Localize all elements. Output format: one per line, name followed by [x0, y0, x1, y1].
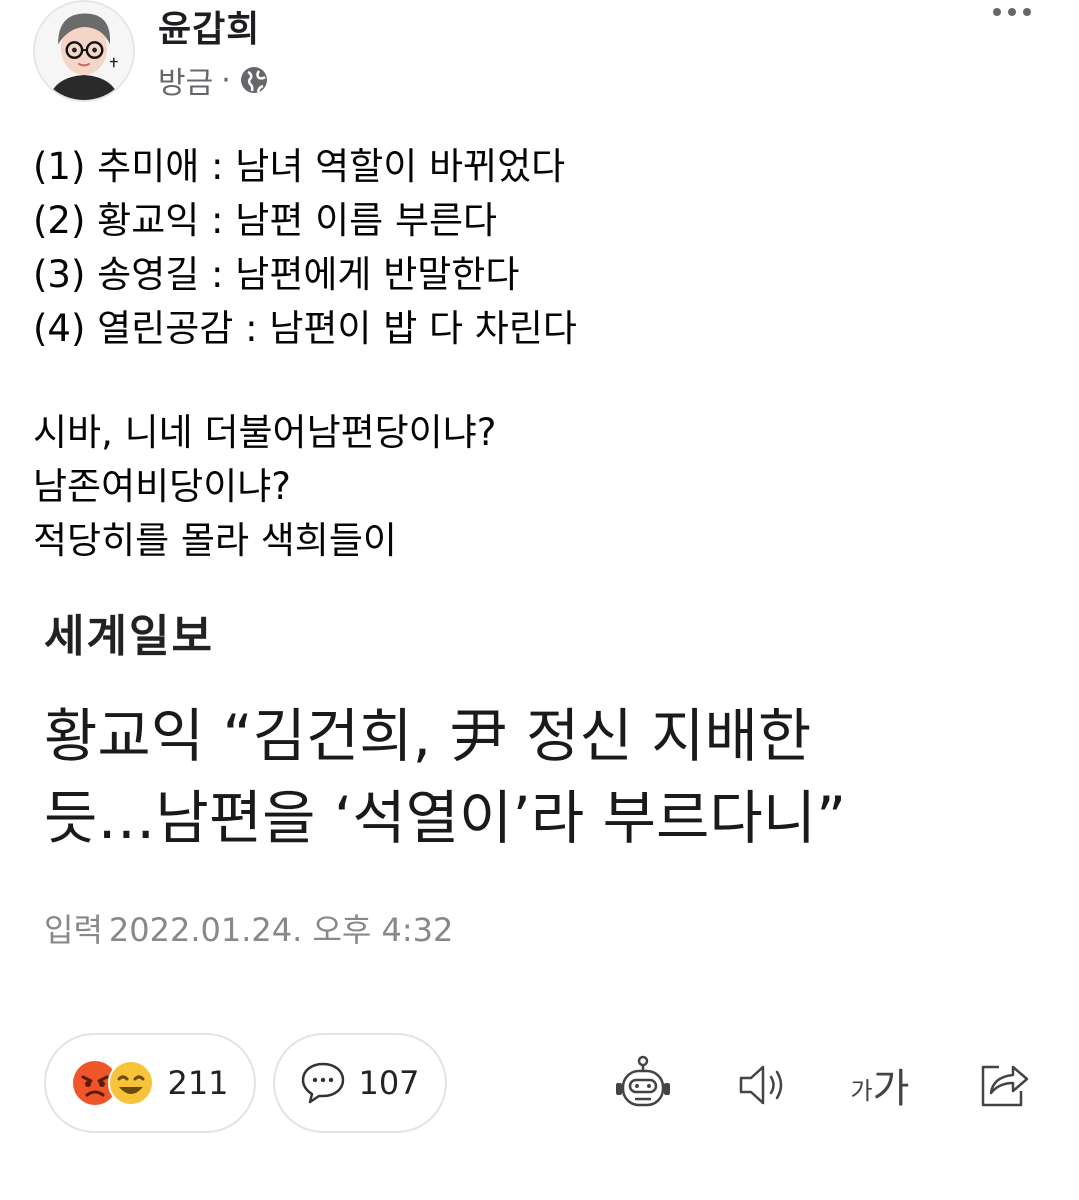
avatar-cartoon [35, 2, 133, 100]
article-headline[interactable]: 황교익 “김건희, 尹 정신 지배한 듯…남편을 ‘석열이’라 부르다니” [44, 695, 1044, 859]
post-line: 적당히를 몰라 색희들이 [33, 519, 397, 562]
speech-bubble-icon [302, 1062, 345, 1104]
read-aloud-button[interactable] [728, 1050, 798, 1120]
ai-summary-button[interactable] [608, 1050, 678, 1120]
reaction-count: 211 [167, 1064, 229, 1102]
more-dot [1023, 8, 1031, 16]
reactions-button[interactable]: 211 [44, 1033, 256, 1133]
more-dots-icon [993, 8, 1001, 16]
post-line: (1) 추미애 : 남녀 역할이 바뀌었다 [33, 145, 566, 188]
author-name[interactable]: 윤갑희 [158, 0, 260, 52]
more-dot [1008, 8, 1016, 16]
font-size-small: 가 [850, 1077, 873, 1105]
post-line: 남존여비당이냐? [33, 465, 291, 508]
post-line: 시바, 니네 더불어남편당이냐? [33, 411, 497, 454]
comments-button[interactable]: 107 [273, 1033, 447, 1133]
publisher-logo[interactable]: 세계일보 [44, 600, 214, 664]
reaction-icons [71, 1059, 155, 1107]
share-icon [981, 1065, 1029, 1107]
avatar[interactable] [33, 0, 135, 102]
article-timestamp: 입력 2022.01.24. 오후 4:32 [44, 905, 453, 951]
post-line: (4) 열린공감 : 남편이 밥 다 차린다 [33, 307, 577, 350]
headline-line: 황교익 “김건희, 尹 정신 지배한 [44, 702, 812, 770]
post-time[interactable]: 방금 [158, 58, 213, 102]
post-line: (2) 황교익 : 남편 이름 부른다 [33, 199, 498, 242]
robot-icon [616, 1055, 670, 1107]
post-body: (1) 추미애 : 남녀 역할이 바뀌었다 (2) 황교익 : 남편 이름 부른… [33, 140, 577, 568]
meta-separator: · [221, 62, 231, 98]
more-options-button[interactable] [993, 8, 1031, 16]
laugh-reaction-icon [108, 1060, 155, 1106]
headline-line: 듯…남편을 ‘석열이’라 부르다니” [44, 784, 847, 852]
comment-count: 107 [358, 1064, 420, 1102]
timestamp-label: 입력 [44, 911, 103, 949]
font-size-button[interactable]: 가가 [845, 1050, 915, 1120]
font-size-large: 가 [872, 1066, 910, 1112]
timestamp-value: 2022.01.24. 오후 4:32 [108, 911, 454, 949]
share-button[interactable] [968, 1050, 1038, 1120]
speaker-icon [739, 1065, 783, 1105]
post-line: (3) 송영길 : 남편에게 반말한다 [33, 253, 520, 296]
globe-icon [240, 67, 267, 93]
post-meta: 방금 · [158, 58, 269, 102]
